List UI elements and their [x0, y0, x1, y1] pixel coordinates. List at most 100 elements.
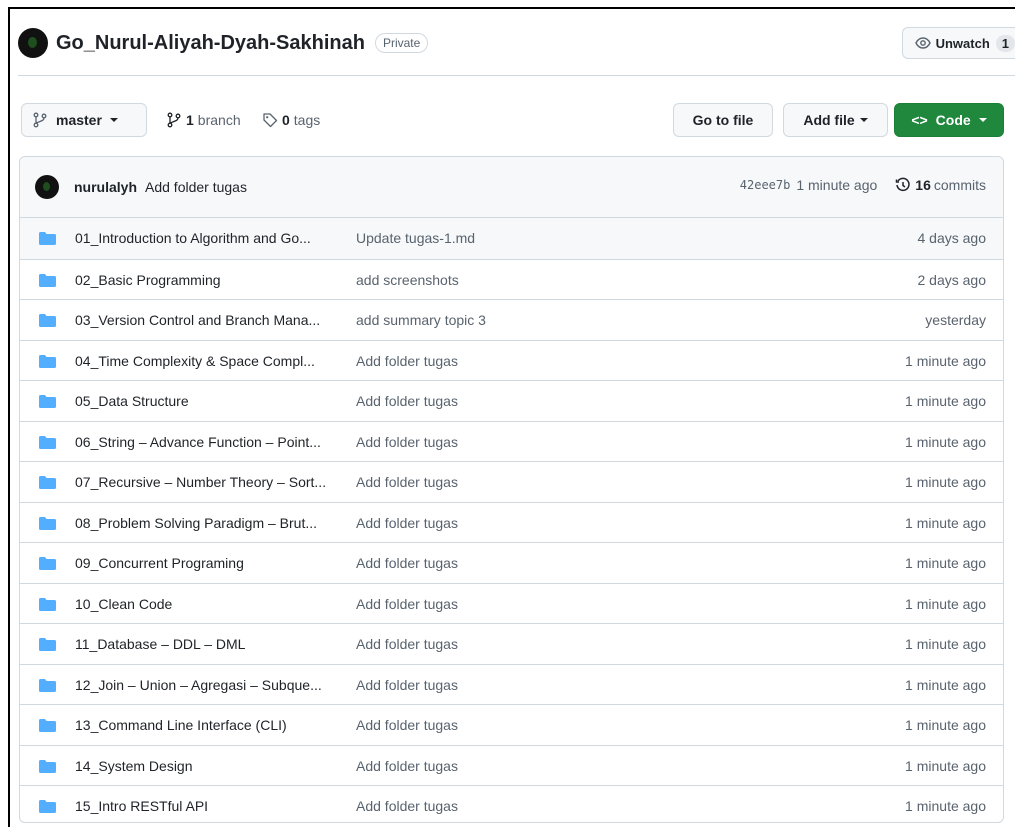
header-divider [18, 75, 1015, 76]
file-commit-message[interactable]: Add folder tugas [356, 555, 458, 571]
file-name[interactable]: 10_Clean Code [75, 596, 172, 612]
file-commit-message[interactable]: Add folder tugas [356, 474, 458, 490]
commits-link[interactable]: 16 commits [895, 177, 986, 193]
file-row[interactable]: 13_Command Line Interface (CLI) Add folde… [20, 704, 1003, 745]
owner-avatar[interactable] [18, 28, 48, 58]
file-commit-message[interactable]: Add folder tugas [356, 798, 458, 814]
chevron-down-icon [109, 118, 118, 122]
file-name[interactable]: 11_Database – DDL – DML [75, 636, 245, 652]
file-list: 01_Introduction to Algorithm and Go... Up… [20, 218, 1003, 822]
file-name[interactable]: 07_Recursive – Number Theory – Sort... [75, 474, 326, 490]
file-date: 1 minute ago [905, 474, 986, 490]
git-branch-icon [167, 112, 181, 128]
file-commit-message[interactable]: Add folder tugas [356, 758, 458, 774]
file-commit-message[interactable]: add screenshots [356, 272, 459, 288]
file-commit-message[interactable]: Update tugas-1.md [356, 230, 475, 246]
file-row[interactable]: 15_Intro RESTful API Add folder tugas 1 mi… [20, 785, 1003, 822]
add-file-button[interactable]: Add file [783, 103, 888, 137]
code-brackets-icon: <> [911, 112, 928, 128]
file-row[interactable]: 06_String – Advance Function – Point... A… [20, 420, 1003, 462]
file-date: 4 days ago [917, 230, 987, 246]
file-name[interactable]: 08_Problem Solving Paradigm – Brut... [75, 515, 317, 531]
unwatch-button[interactable]: Unwatch 1 [901, 27, 1015, 59]
file-row[interactable]: 08_Problem Solving Paradigm – Brut... Add… [20, 501, 1003, 543]
folder-icon [39, 273, 56, 287]
branch-count: 1 [186, 112, 194, 128]
file-date: 1 minute ago [905, 676, 986, 693]
file-row[interactable]: 01_Introduction to Algorithm and Go... Up… [20, 218, 1003, 259]
chevron-down-icon [859, 118, 868, 122]
file-commit-message[interactable]: Add folder tugas [356, 515, 458, 531]
file-name[interactable]: 06_String – Advance Function – Point... [75, 434, 321, 450]
file-commit-message[interactable]: Add folder tugas [356, 353, 458, 369]
folder-icon [39, 314, 56, 327]
file-date: 1 minute ago [905, 555, 986, 571]
eye-icon [914, 37, 931, 49]
branch-select-button[interactable]: master [21, 103, 147, 137]
folder-icon [39, 678, 56, 692]
tags-link[interactable]: 0 tags [262, 103, 320, 137]
file-date: 1 minute ago [905, 636, 986, 652]
unwatch-label: Unwatch [935, 35, 990, 51]
repo-name[interactable]: Go_Nurul-Aliyah-Dyah-Sakhinah [56, 32, 365, 55]
commit-author[interactable]: nurulalyh [74, 179, 137, 195]
file-date: 1 minute ago [905, 433, 986, 450]
repo-header: Go_Nurul-Aliyah-Dyah-Sakhinah Private Un… [18, 27, 1015, 59]
folder-icon [39, 719, 56, 732]
committer-avatar[interactable] [35, 175, 59, 199]
file-row[interactable]: 12_Join – Union – Agregasi – Subque... Ad… [20, 663, 1003, 705]
folder-icon [39, 232, 56, 245]
file-row[interactable]: 11_Database – DDL – DML Add folder tugas 1… [20, 623, 1003, 664]
file-name[interactable]: 05_Data Structure [75, 393, 189, 409]
file-row[interactable]: 09_Concurrent Programing Add folder tugas… [20, 542, 1003, 583]
file-commit-message[interactable]: Add folder tugas [356, 393, 458, 409]
commit-word: commits [933, 177, 986, 193]
file-date: 2 days ago [917, 271, 987, 288]
file-date: 1 minute ago [905, 757, 986, 774]
file-row[interactable]: 07_Recursive – Number Theory – Sort... Ad… [20, 461, 1003, 502]
file-commit-message[interactable]: add summary topic 3 [356, 312, 486, 328]
file-commit-message[interactable]: Add folder tugas [356, 677, 458, 693]
file-row[interactable]: 04_Time Complexity & Space Compl... Add f… [20, 339, 1003, 381]
commit-time: 1 minute ago [796, 177, 878, 193]
file-name[interactable]: 13_Command Line Interface (CLI) [75, 717, 287, 733]
file-name[interactable]: 03_Version Control and Branch Mana... [75, 312, 320, 328]
file-browser: nurulalyh Add folder tugas 42eee7b 1 min… [19, 156, 1004, 823]
branches-link[interactable]: 1 branch [166, 103, 241, 137]
visibility-badge: Private [374, 33, 429, 53]
file-name[interactable]: 09_Concurrent Programing [75, 555, 244, 571]
go-to-file-button[interactable]: Go to file [673, 103, 773, 137]
folder-icon [39, 476, 56, 489]
code-button[interactable]: <> Code [894, 103, 1004, 137]
folder-icon [39, 354, 56, 368]
commit-sha[interactable]: 42eee7b [740, 178, 791, 192]
commit-meta: 42eee7b 1 minute ago 16 commits [740, 177, 986, 193]
file-row[interactable]: 05_Data Structure Add folder tugas 1 minut… [20, 380, 1003, 421]
commit-message[interactable]: Add folder tugas [145, 179, 247, 195]
file-row[interactable]: 10_Clean Code Add folder tugas 1 minute ag… [20, 582, 1003, 624]
file-row[interactable]: 02_Basic Programming add screenshots 2 day… [20, 258, 1003, 300]
file-commit-message[interactable]: Add folder tugas [356, 717, 458, 733]
file-name[interactable]: 02_Basic Programming [75, 272, 221, 288]
git-branch-icon [33, 112, 47, 128]
file-date: 1 minute ago [905, 717, 986, 733]
file-name[interactable]: 14_System Design [75, 758, 193, 774]
file-commit-message[interactable]: Add folder tugas [356, 636, 458, 652]
folder-icon [39, 759, 56, 773]
file-name[interactable]: 12_Join – Union – Agregasi – Subque... [75, 677, 322, 693]
file-commit-message[interactable]: Add folder tugas [356, 434, 458, 450]
code-label: Code [935, 112, 971, 128]
branch-label: master [56, 112, 102, 128]
file-date: 1 minute ago [905, 352, 986, 369]
folder-icon [39, 435, 56, 449]
folder-icon [39, 800, 56, 813]
file-row[interactable]: 03_Version Control and Branch Mana... add… [20, 299, 1003, 340]
tag-word: tags [293, 112, 321, 128]
file-name[interactable]: 15_Intro RESTful API [75, 798, 208, 814]
add-file-label: Add file [803, 112, 855, 128]
file-row[interactable]: 14_System Design Add folder tugas 1 minute… [20, 744, 1003, 786]
file-name[interactable]: 04_Time Complexity & Space Compl... [75, 353, 315, 369]
history-icon [896, 177, 910, 192]
file-name[interactable]: 01_Introduction to Algorithm and Go... [75, 230, 311, 246]
file-commit-message[interactable]: Add folder tugas [356, 596, 458, 612]
